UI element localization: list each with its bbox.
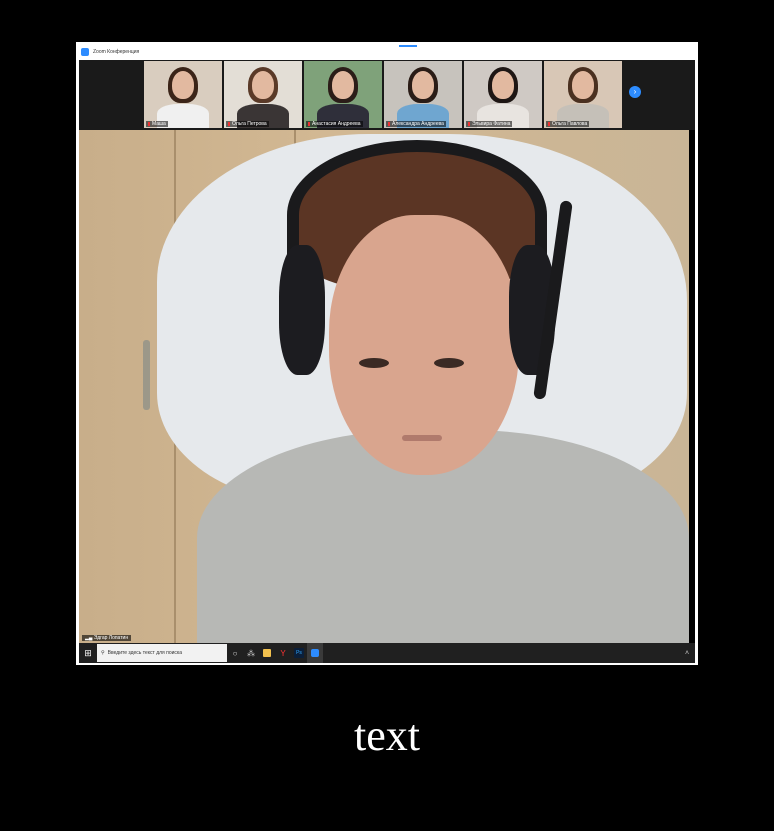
participant-thumbnail[interactable]: Эльвира Фатина — [464, 61, 542, 128]
screenshot-frame: Zoom Конференция Маша Ольга Петрова Анас… — [76, 42, 698, 665]
window-titlebar: Zoom Конференция — [77, 43, 697, 60]
participant-name-tag: Ольга Петрова — [226, 121, 269, 127]
signal-bars-icon: ▂▄ — [85, 635, 94, 641]
participant-face — [172, 71, 194, 99]
taskbar-search-box[interactable]: ⚲ Введите здесь текст для поиска — [97, 644, 227, 662]
participant-name: Ольга Павлова — [552, 121, 588, 127]
gallery-next-button[interactable]: › — [629, 86, 641, 98]
widgets-icon: ⁂ — [247, 648, 255, 658]
window-title: Zoom Конференция — [93, 48, 140, 55]
task-view-icon: ○ — [232, 648, 238, 658]
windows-start-icon: ⊞ — [84, 648, 92, 658]
speaker-mouth — [402, 435, 442, 441]
chevron-right-icon: › — [633, 87, 637, 96]
file-explorer-icon — [263, 649, 271, 657]
search-placeholder: Введите здесь текст для поиска — [107, 650, 182, 656]
muted-mic-icon — [388, 121, 390, 126]
participant-name-tag: Ольга Павлова — [546, 121, 590, 127]
participant-name: Александра Андреева — [392, 121, 444, 127]
widgets-button[interactable]: ⁂ — [243, 643, 259, 663]
tab-indicator — [399, 45, 417, 47]
zoom-app-icon — [81, 47, 89, 56]
meme-caption: text — [354, 711, 420, 760]
chevron-up-icon: ˄ — [684, 649, 690, 657]
yandex-browser-icon: Y — [280, 648, 286, 658]
participant-face — [492, 71, 514, 99]
photoshop-icon: Ps — [294, 648, 304, 658]
participant-name: Маша — [152, 121, 166, 127]
speaker-eye — [434, 358, 464, 368]
zoom-meeting-window: Маша Ольга Петрова Анастасия Андреева Ал… — [79, 60, 695, 663]
muted-mic-icon — [308, 121, 310, 126]
muted-mic-icon — [148, 121, 150, 126]
yandex-browser-button[interactable]: Y — [275, 643, 291, 663]
windows-start-button[interactable]: ⊞ — [79, 643, 97, 663]
muted-mic-icon — [228, 121, 230, 126]
active-speaker-video: ▂▄ Эдгар Лопатин — [79, 130, 689, 643]
file-explorer-button[interactable] — [259, 643, 275, 663]
participant-name-tag: Анастасия Андреева — [306, 121, 363, 127]
headphone-ear-cup — [279, 245, 325, 375]
headphones-band — [287, 140, 547, 290]
muted-mic-icon — [468, 121, 470, 126]
participant-name: Ольга Петрова — [232, 121, 267, 127]
participant-thumbnail[interactable]: Анастасия Андреева — [304, 61, 382, 128]
participant-face — [252, 71, 274, 99]
speaker-eye — [359, 358, 389, 368]
speaker-name-tag: ▂▄ Эдгар Лопатин — [82, 635, 132, 641]
participant-face — [332, 71, 354, 99]
participant-face — [572, 71, 594, 99]
participant-thumbnail[interactable]: Александра Андреева — [384, 61, 462, 128]
participant-thumbnail[interactable]: Маша — [144, 61, 222, 128]
cabinet-handle — [143, 340, 150, 410]
participant-name: Эльвира Фатина — [472, 121, 511, 127]
system-tray-toggle[interactable]: ˄ — [679, 650, 695, 657]
participant-face — [412, 71, 434, 99]
zoom-icon — [311, 649, 319, 657]
participant-thumbnail[interactable]: Ольга Петрова — [224, 61, 302, 128]
participant-thumbnail[interactable]: Ольга Павлова — [544, 61, 622, 128]
search-icon: ⚲ — [101, 650, 105, 656]
task-view-button[interactable]: ○ — [227, 643, 243, 663]
participant-name-tag: Маша — [146, 121, 168, 127]
participant-name: Анастасия Андреева — [312, 121, 361, 127]
participant-name-tag: Эльвира Фатина — [466, 121, 513, 127]
participant-name-tag: Александра Андреева — [386, 121, 446, 127]
participant-gallery: Маша Ольга Петрова Анастасия Андреева Ал… — [79, 60, 695, 130]
speaker-name: Эдгар Лопатин — [93, 635, 129, 641]
windows-taskbar: ⊞ ⚲ Введите здесь текст для поиска ○ ⁂ Y… — [79, 643, 695, 663]
zoom-taskbar-button[interactable] — [307, 643, 323, 663]
muted-mic-icon — [548, 121, 550, 126]
photoshop-button[interactable]: Ps — [291, 643, 307, 663]
